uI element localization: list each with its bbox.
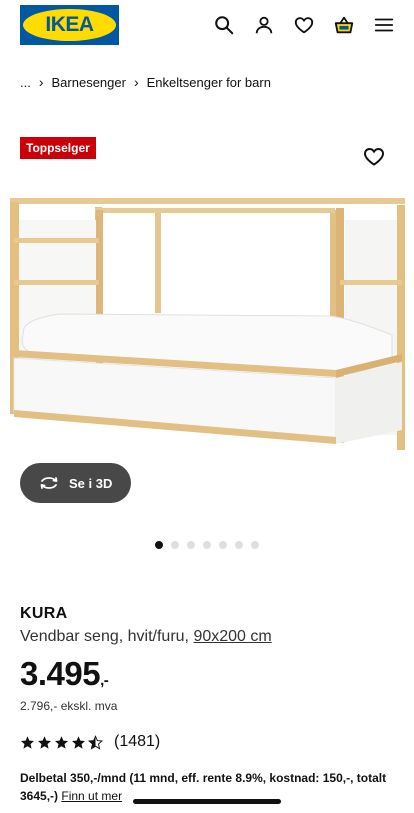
user-icon[interactable]: [252, 13, 276, 37]
view-in-3d-label: Se i 3D: [69, 475, 113, 491]
logo-oval: IKEA: [23, 9, 116, 41]
carousel-dot[interactable]: [171, 541, 179, 549]
product-image[interactable]: [0, 180, 414, 460]
heart-icon[interactable]: [292, 13, 316, 37]
star-icon: [72, 735, 85, 749]
header: IKEA: [0, 0, 414, 56]
product-description-text: Vendbar seng, hvit/furu,: [20, 628, 189, 645]
home-indicator[interactable]: [133, 799, 281, 804]
breadcrumb-item-barnesenger[interactable]: Barnesenger: [52, 75, 126, 90]
rating-count: (1481): [114, 733, 161, 750]
chevron-right-icon: ›: [133, 74, 139, 90]
rating-stars: [20, 734, 103, 750]
basket-icon[interactable]: [332, 13, 356, 37]
breadcrumb: ... › Barnesenger › Enkeltsenger for bar…: [20, 74, 271, 90]
carousel-dot[interactable]: [219, 541, 227, 549]
rotate-3d-icon: [40, 477, 58, 489]
search-icon[interactable]: [212, 13, 236, 37]
price-suffix: ,-: [100, 672, 109, 689]
logo-text: IKEA: [45, 13, 94, 36]
carousel-dot[interactable]: [203, 541, 211, 549]
image-carousel-dots: [155, 541, 259, 549]
chevron-right-icon: ›: [38, 74, 44, 90]
product-price: 3.495 ,-: [20, 655, 109, 693]
menu-icon[interactable]: [372, 13, 396, 37]
star-icon: [55, 735, 68, 749]
star-icon: [21, 735, 34, 749]
product-name: KURA: [20, 605, 68, 622]
product-rating[interactable]: (1481): [20, 733, 160, 751]
ikea-logo[interactable]: IKEA: [20, 5, 119, 45]
carousel-dot[interactable]: [155, 541, 163, 549]
carousel-dot[interactable]: [187, 541, 195, 549]
half-star-icon: [88, 734, 103, 750]
view-in-3d-button[interactable]: Se i 3D: [20, 463, 131, 503]
installment-link[interactable]: Finn ut mer: [61, 789, 122, 803]
price-excl-vat: 2.796,- ekskl. mva: [20, 699, 118, 713]
product-description: Vendbar seng, hvit/furu, 90x200 cm: [20, 628, 272, 646]
price-value: 3.495: [20, 655, 101, 692]
top-seller-badge: Toppselger: [20, 137, 96, 159]
product-size-link[interactable]: 90x200 cm: [193, 628, 271, 645]
star-icon: [38, 735, 51, 749]
carousel-dot[interactable]: [235, 541, 243, 549]
carousel-dot[interactable]: [251, 541, 259, 549]
breadcrumb-ellipsis[interactable]: ...: [20, 75, 31, 90]
add-to-favourites-heart-icon[interactable]: [362, 145, 386, 167]
breadcrumb-item-enkeltsenger[interactable]: Enkeltsenger for barn: [147, 75, 271, 90]
